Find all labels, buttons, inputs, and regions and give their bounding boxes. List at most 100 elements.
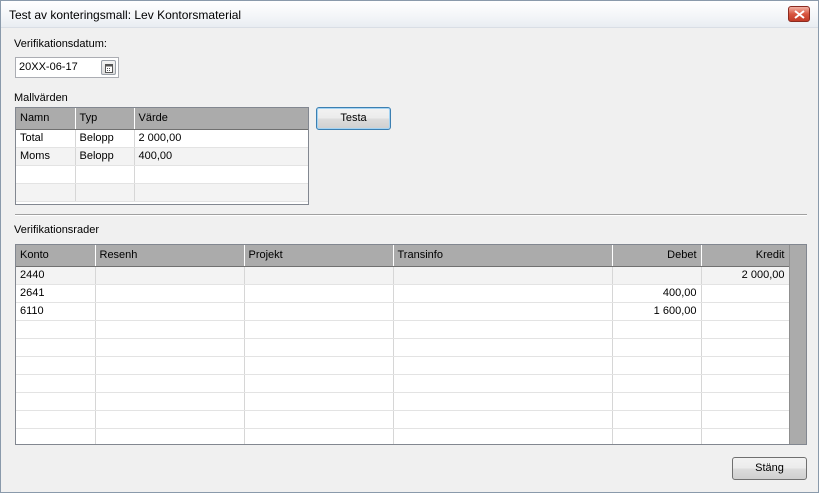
table-row[interactable]: Moms Belopp 400,00 [16,147,308,166]
cell[interactable] [393,338,613,357]
template-values-grid[interactable]: Namn Typ Värde Total Belopp 2 000,00 Mom… [15,107,309,205]
cell[interactable] [16,338,96,357]
cell[interactable] [244,266,394,285]
cell[interactable] [393,284,613,303]
cell[interactable] [95,338,245,357]
table-row[interactable] [16,410,790,429]
cell[interactable] [701,302,790,321]
cell[interactable] [701,320,790,339]
col-header-resenh[interactable]: Resenh [95,245,245,267]
cell[interactable] [95,266,245,285]
cell[interactable] [244,410,394,429]
col-header-konto[interactable]: Konto [16,245,96,267]
cell[interactable]: 1 600,00 [612,302,702,321]
col-header-debet[interactable]: Debet [612,245,702,267]
table-row[interactable]: 2641 400,00 [16,284,790,303]
cell[interactable] [244,302,394,321]
cell[interactable] [134,183,308,202]
table-row[interactable]: 2440 2 000,00 [16,266,790,285]
col-header-namn[interactable]: Namn [16,108,76,130]
cell[interactable]: 400,00 [134,147,308,166]
cell[interactable] [612,392,702,411]
cell[interactable] [612,374,702,393]
table-row[interactable]: 6110 1 600,00 [16,302,790,321]
cell[interactable]: 400,00 [612,284,702,303]
cell[interactable] [95,428,245,444]
cell[interactable] [16,428,96,444]
cell[interactable] [244,428,394,444]
cell[interactable] [95,320,245,339]
cell[interactable] [701,374,790,393]
cell[interactable] [393,302,613,321]
cell[interactable] [612,266,702,285]
cell[interactable] [16,356,96,375]
table-row[interactable] [16,356,790,375]
table-row[interactable] [16,392,790,411]
calendar-button[interactable] [101,60,116,75]
cell[interactable]: 2 000,00 [134,129,308,148]
table-row[interactable] [16,183,308,202]
cell[interactable]: 2641 [16,284,96,303]
cell[interactable] [16,183,76,202]
cell[interactable] [393,410,613,429]
cell[interactable] [393,374,613,393]
col-header-transinfo[interactable]: Transinfo [393,245,613,267]
cell[interactable] [701,356,790,375]
cell[interactable] [244,356,394,375]
date-value[interactable]: 20XX-06-17 [19,61,78,73]
cell[interactable] [75,165,135,184]
cell[interactable] [95,374,245,393]
cell[interactable] [701,410,790,429]
col-header-projekt[interactable]: Projekt [244,245,394,267]
cell[interactable] [244,338,394,357]
cell[interactable] [393,428,613,444]
cell[interactable] [95,392,245,411]
cell[interactable] [244,374,394,393]
col-header-kredit[interactable]: Kredit [701,245,790,267]
cell[interactable] [95,410,245,429]
date-picker[interactable]: 20XX-06-17 [15,57,119,78]
cell[interactable]: 6110 [16,302,96,321]
cell[interactable] [16,410,96,429]
table-row[interactable] [16,338,790,357]
cell[interactable]: 2 000,00 [701,266,790,285]
cell[interactable]: Total [16,129,76,148]
cell[interactable] [393,356,613,375]
table-row[interactable] [16,428,790,444]
window-close-button[interactable] [788,6,810,22]
cell[interactable] [393,320,613,339]
cell[interactable]: 2440 [16,266,96,285]
table-row[interactable] [16,165,308,184]
cell[interactable] [393,392,613,411]
cell[interactable] [612,428,702,444]
cell[interactable] [134,165,308,184]
table-row[interactable] [16,374,790,393]
cell[interactable] [612,320,702,339]
cell[interactable] [95,302,245,321]
cell[interactable] [16,320,96,339]
verification-rows-grid[interactable]: Konto Resenh Projekt Transinfo Debet Kre… [15,244,807,445]
cell[interactable] [701,392,790,411]
table-row[interactable] [16,320,790,339]
cell[interactable]: Belopp [75,147,135,166]
cell[interactable] [393,266,613,285]
cell[interactable] [16,165,76,184]
cell[interactable] [16,374,96,393]
cell[interactable] [701,284,790,303]
cell[interactable] [244,320,394,339]
col-header-typ[interactable]: Typ [75,108,135,130]
cell[interactable] [612,410,702,429]
cell[interactable] [75,183,135,202]
cell[interactable]: Belopp [75,129,135,148]
cell[interactable] [95,284,245,303]
cell[interactable] [95,356,245,375]
cell[interactable] [612,338,702,357]
cell[interactable] [244,284,394,303]
table-row[interactable]: Total Belopp 2 000,00 [16,129,308,148]
cell[interactable] [701,428,790,444]
cell[interactable] [244,392,394,411]
test-button[interactable]: Testa [316,107,391,130]
cell[interactable] [701,338,790,357]
close-button[interactable]: Stäng [732,457,807,480]
cell[interactable]: Moms [16,147,76,166]
